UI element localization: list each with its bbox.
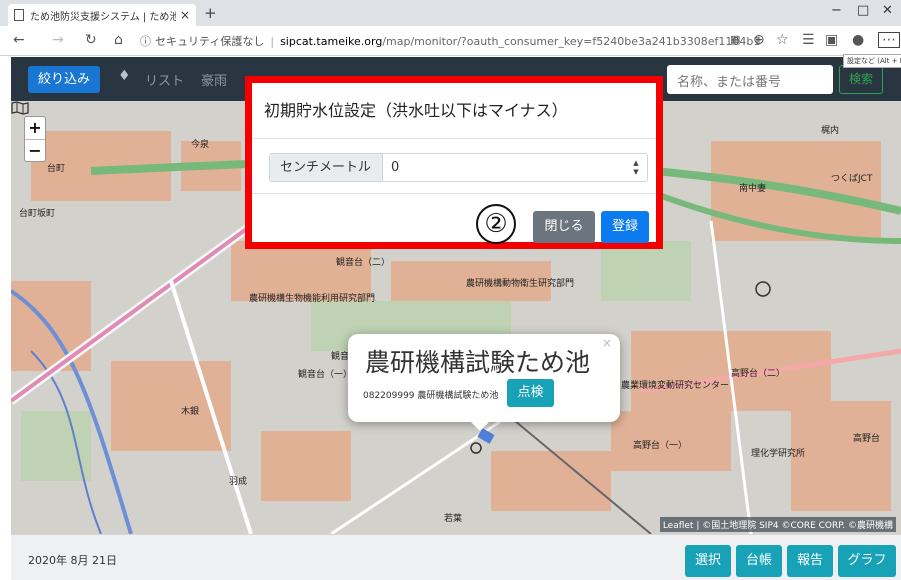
map-label: 観音台（一） [298, 370, 353, 380]
zoom-icon[interactable]: ⊕ [753, 32, 765, 48]
report-button[interactable]: 報告 [787, 545, 833, 577]
refresh-icon[interactable]: ↻ [85, 32, 97, 48]
popup-subtitle: 082209999 農研機構試験ため池 [363, 391, 499, 401]
favorite-icon[interactable]: ☆ [776, 32, 789, 48]
search-input[interactable]: 名称、または番号 [667, 65, 833, 94]
pond-popup: × 農研機構試験ため池 082209999 農研機構試験ため池 点検 [348, 334, 620, 431]
url-path: /map/monitor/?oauth_consumer_key=f5240be… [382, 34, 760, 48]
map-label: 観音台（二） [336, 258, 391, 268]
popup-title: 農研機構試験ため池 [365, 348, 591, 377]
map-label: 台町 [47, 164, 66, 174]
map-label: 今泉 [191, 140, 210, 150]
browser-tab[interactable]: ため池防災支援システム | ため池管 × [8, 4, 196, 26]
map-label: 若葉 [444, 514, 463, 524]
modal-footer: ② 閉じる 登録 [252, 193, 656, 249]
map-label: 羽成 [229, 477, 248, 487]
bell-icon[interactable]: ♦ [118, 68, 131, 84]
water-level-input-group: センチメートル 0 ▲ ▼ [269, 153, 648, 182]
back-icon[interactable]: ← [13, 32, 25, 48]
inspect-button[interactable]: 点検 [507, 379, 554, 407]
map-label: 高野台（二） [731, 369, 786, 379]
ledger-button[interactable]: 台帳 [736, 545, 782, 577]
step-number-marker: ② [476, 204, 516, 244]
zoom-out-button[interactable]: − [25, 139, 45, 161]
browser-toolbar: ← → ↻ ⌂ ⓘ セキュリティ保護なし | sipcat.tameike.or… [0, 26, 901, 56]
current-date: 2020年 8月 21日 [28, 554, 117, 567]
map-label: 理化学研究所 [751, 449, 806, 459]
minimize-icon[interactable]: − [831, 3, 842, 18]
app-footer: 2020年 8月 21日 選択 台帳 報告 グラフ [11, 534, 901, 580]
map-attribution[interactable]: Leaflet | ©国土地理院 SIP4 ©CORE CORP. ©農研機構 [659, 517, 896, 532]
nav-heavy-rain-link[interactable]: 豪雨 [201, 70, 227, 89]
map-label: 木銀 [181, 407, 200, 417]
nav-list-link[interactable]: リスト [145, 70, 184, 89]
map-layers-icon[interactable] [11, 101, 29, 115]
new-tab-button[interactable]: + [204, 4, 217, 22]
more-icon[interactable]: ⋯ [878, 32, 900, 48]
map-label: 農研機構動物衛生研究部門 [466, 279, 575, 289]
zoom-in-button[interactable]: + [25, 117, 45, 139]
map-label: 高野台 [853, 434, 881, 444]
close-window-icon[interactable]: ✕ [882, 3, 893, 18]
map-label: 台町坂町 [19, 209, 56, 219]
map-label: 梶内 [821, 126, 840, 136]
address-bar[interactable]: ⓘ セキュリティ保護なし | sipcat.tameike.org /map/m… [140, 29, 760, 53]
page-favicon-icon [14, 9, 24, 21]
home-icon[interactable]: ⌂ [114, 32, 123, 48]
search-button[interactable]: 検索 [839, 65, 883, 94]
settings-tooltip: 設定など (Alt + F) [843, 54, 901, 68]
maximize-icon[interactable]: □ [857, 3, 869, 18]
security-warning: セキュリティ保護なし [155, 35, 265, 48]
zoom-control: + − [24, 116, 46, 162]
favorites-list-icon[interactable]: ☰ [802, 32, 815, 48]
map-label: 農研機構生物機能利用研究部門 [249, 294, 376, 304]
number-stepper-icon[interactable]: ▲ ▼ [625, 154, 647, 181]
url-host: sipcat.tameike.org [280, 34, 383, 48]
tab-close-icon[interactable]: × [180, 8, 190, 22]
map-label: 農業環境変動研究センター [621, 381, 730, 391]
popup-close-icon[interactable]: × [602, 336, 612, 350]
register-button[interactable]: 登録 [601, 211, 649, 243]
modal-title: 初期貯水位設定（洪水吐以下はマイナス） [252, 83, 656, 139]
collections-icon[interactable]: ▣ [825, 32, 838, 48]
initial-water-level-modal: 初期貯水位設定（洪水吐以下はマイナス） センチメートル 0 ▲ ▼ ② 閉じる 登… [245, 76, 663, 249]
profile-icon[interactable]: ● [852, 32, 864, 48]
url-separator: | [270, 34, 275, 48]
site-info-icon[interactable]: ⓘ [140, 33, 151, 49]
browser-tab-bar: ため池防災支援システム | ため池管 × + − □ ✕ [0, 0, 901, 26]
map-label: 高野台（一） [633, 441, 688, 451]
close-button[interactable]: 閉じる [533, 211, 595, 243]
tab-title: ため池防災支援システム | ため池管 [30, 11, 176, 23]
select-button[interactable]: 選択 [685, 545, 731, 577]
reading-view-icon[interactable]: ▦ [730, 32, 740, 48]
water-level-input[interactable]: 0 [383, 154, 625, 181]
filter-button[interactable]: 絞り込み [28, 66, 101, 93]
map-label: 南中妻 [739, 184, 767, 194]
graph-button[interactable]: グラフ [838, 545, 896, 577]
map-label: つくばJCT [831, 174, 873, 184]
centimeter-label: センチメートル [270, 154, 383, 181]
forward-icon[interactable]: → [52, 32, 64, 48]
